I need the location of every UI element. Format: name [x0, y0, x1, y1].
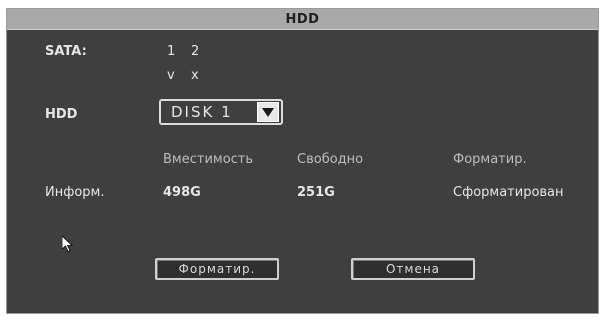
header-format: Форматир. [453, 152, 527, 167]
format-button[interactable]: Форматир. [155, 258, 279, 280]
hdd-label: HDD [45, 107, 78, 122]
header-free: Свободно [297, 152, 364, 167]
disk-select-value: DISK 1 [171, 103, 233, 121]
sata-port-2: 2 [191, 44, 200, 59]
mouse-pointer-icon [61, 235, 74, 256]
hdd-dialog: HDD SATA: 1 2 v x HDD DISK 1 Вместимость… [6, 8, 599, 314]
free-value: 251G [297, 185, 335, 200]
sata-label: SATA: [45, 44, 87, 59]
sata-port-1: 1 [167, 44, 176, 59]
triangle-down-icon[interactable] [257, 102, 279, 122]
dialog-title: HDD [7, 9, 598, 30]
sata-port-2-status: x [191, 68, 199, 83]
format-status-value: Сформатирован [453, 185, 564, 200]
disk-select[interactable]: DISK 1 [159, 99, 283, 125]
sata-port-1-status: v [167, 68, 175, 83]
info-row-label: Информ. [45, 185, 105, 200]
capacity-value: 498G [163, 185, 201, 200]
cancel-button[interactable]: Отмена [351, 258, 475, 280]
header-capacity: Вместимость [163, 152, 254, 167]
